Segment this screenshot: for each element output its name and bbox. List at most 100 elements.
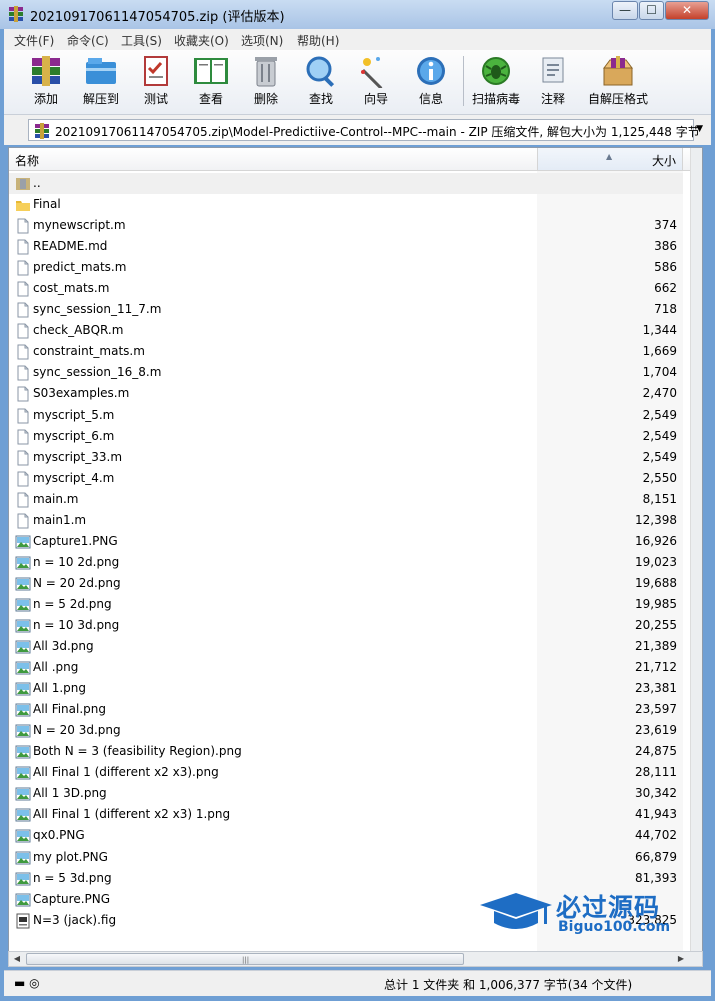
menu-tools[interactable]: 工具(S) bbox=[121, 32, 162, 49]
file-name: All 3d.png bbox=[33, 639, 94, 654]
file-name: Final bbox=[33, 197, 61, 212]
extract-to-button[interactable]: 解压到 bbox=[75, 54, 127, 112]
winrar-window: 20210917061147054705.zip (评估版本) — ☐ ✕ 文件… bbox=[0, 0, 715, 1001]
horizontal-scrollbar[interactable]: ◀ ||| ▶ bbox=[8, 951, 703, 967]
file-name: predict_mats.m bbox=[33, 260, 127, 275]
file-row[interactable]: N = 20 2d.png 19,688 bbox=[9, 573, 683, 594]
file-row[interactable]: myscript_33.m 2,549 bbox=[9, 447, 683, 468]
image-file-icon bbox=[15, 576, 31, 592]
vertical-scrollbar[interactable] bbox=[690, 148, 702, 966]
image-file-icon bbox=[15, 828, 31, 844]
file-icon bbox=[15, 323, 31, 339]
wizard-button[interactable]: 向导 bbox=[350, 54, 402, 112]
file-row[interactable]: main.m 8,151 bbox=[9, 489, 683, 510]
path-field[interactable]: 20210917061147054705.zip\Model-Predictii… bbox=[28, 119, 700, 141]
menu-favorites[interactable]: 收藏夹(O) bbox=[174, 32, 229, 49]
file-rows: .. Final mynewscript.m 374 README.md 386 predi… bbox=[9, 173, 683, 931]
file-row[interactable]: my plot.PNG 66,879 bbox=[9, 847, 683, 868]
file-size: 1,344 bbox=[642, 323, 677, 338]
title-bar[interactable]: 20210917061147054705.zip (评估版本) — ☐ ✕ bbox=[0, 0, 715, 29]
file-name: myscript_33.m bbox=[33, 449, 123, 464]
column-header: 名称 ▲ 大小 bbox=[9, 148, 702, 171]
virus-scan-button[interactable]: 扫描病毒 bbox=[469, 54, 523, 112]
menu-bar: 文件(F) 命令(C) 工具(S) 收藏夹(O) 选项(N) 帮助(H) bbox=[4, 29, 711, 50]
file-row[interactable]: sync_session_11_7.m 718 bbox=[9, 299, 683, 320]
file-row[interactable]: All Final 1 (different x2 x3) 1.png 41,94… bbox=[9, 804, 683, 825]
file-row[interactable]: myscript_6.m 2,549 bbox=[9, 426, 683, 447]
find-button[interactable]: 查找 bbox=[295, 54, 347, 112]
file-row[interactable]: main1.m 12,398 bbox=[9, 510, 683, 531]
scroll-left-icon[interactable]: ◀ bbox=[10, 953, 24, 965]
scroll-right-icon[interactable]: ▶ bbox=[674, 953, 688, 965]
file-row[interactable]: sync_session_16_8.m 1,704 bbox=[9, 362, 683, 383]
file-row[interactable]: All 1.png 23,381 bbox=[9, 678, 683, 699]
view-icon bbox=[194, 58, 228, 84]
column-size-header[interactable]: ▲ 大小 bbox=[537, 148, 683, 170]
file-row[interactable]: constraint_mats.m 1,669 bbox=[9, 341, 683, 362]
file-icon bbox=[15, 218, 31, 234]
file-row[interactable]: All Final 1 (different x2 x3).png 28,111 bbox=[9, 762, 683, 783]
horizontal-scroll-thumb[interactable]: ||| bbox=[26, 953, 464, 965]
column-name-header[interactable]: 名称 bbox=[15, 152, 39, 169]
watermark-subtitle: Biguo100.com bbox=[558, 919, 671, 935]
image-file-icon bbox=[15, 807, 31, 823]
file-size: 23,381 bbox=[635, 681, 677, 696]
info-button[interactable]: 信息 bbox=[405, 54, 457, 112]
file-name: mynewscript.m bbox=[33, 218, 126, 233]
file-row[interactable]: Capture1.PNG 16,926 bbox=[9, 531, 683, 552]
image-file-icon bbox=[15, 534, 31, 550]
test-icon bbox=[144, 56, 168, 86]
file-size: 81,393 bbox=[635, 870, 677, 885]
file-row[interactable]: n = 10 2d.png 19,023 bbox=[9, 552, 683, 573]
file-row[interactable]: All 3d.png 21,389 bbox=[9, 636, 683, 657]
maximize-button[interactable]: ☐ bbox=[639, 1, 664, 20]
menu-command[interactable]: 命令(C) bbox=[67, 32, 109, 49]
file-row[interactable]: mynewscript.m 374 bbox=[9, 215, 683, 236]
file-row[interactable]: All Final.png 23,597 bbox=[9, 699, 683, 720]
file-row[interactable]: myscript_4.m 2,550 bbox=[9, 468, 683, 489]
file-name: N=3 (jack).fig bbox=[33, 912, 117, 927]
close-button[interactable]: ✕ bbox=[665, 1, 709, 20]
status-drive-icon[interactable]: ▬ ◎ bbox=[14, 976, 40, 990]
test-button[interactable]: 测试 bbox=[130, 54, 182, 112]
path-dropdown-icon[interactable]: ▼ bbox=[696, 124, 703, 134]
file-row[interactable]: Both N = 3 (feasibility Region).png 24,87… bbox=[9, 741, 683, 762]
file-row[interactable]: README.md 386 bbox=[9, 236, 683, 257]
sfx-button[interactable]: 自解压格式 bbox=[582, 54, 654, 112]
file-row[interactable]: cost_mats.m 662 bbox=[9, 278, 683, 299]
file-row[interactable]: predict_mats.m 586 bbox=[9, 257, 683, 278]
view-button[interactable]: 查看 bbox=[185, 54, 237, 112]
fig-file-icon bbox=[15, 913, 31, 929]
file-row[interactable]: S03examples.m 2,470 bbox=[9, 383, 683, 404]
delete-button[interactable]: 删除 bbox=[240, 54, 292, 112]
file-icon bbox=[15, 408, 31, 424]
image-file-icon bbox=[15, 618, 31, 634]
file-row[interactable]: All .png 21,712 bbox=[9, 657, 683, 678]
file-name: S03examples.m bbox=[33, 386, 130, 401]
file-size: 2,549 bbox=[642, 407, 677, 422]
comment-button[interactable]: 注释 bbox=[527, 54, 579, 112]
file-row[interactable]: check_ABQR.m 1,344 bbox=[9, 320, 683, 341]
add-button[interactable]: 添加 bbox=[20, 54, 72, 112]
file-icon bbox=[15, 386, 31, 402]
file-row[interactable]: N = 20 3d.png 23,619 bbox=[9, 720, 683, 741]
file-row[interactable]: myscript_5.m 2,549 bbox=[9, 405, 683, 426]
file-row[interactable]: All 1 3D.png 30,342 bbox=[9, 783, 683, 804]
menu-file[interactable]: 文件(F) bbox=[14, 32, 54, 49]
comment-icon bbox=[542, 57, 564, 83]
file-icon bbox=[15, 492, 31, 508]
file-row[interactable]: .. bbox=[9, 173, 683, 195]
file-row[interactable]: n = 5 2d.png 19,985 bbox=[9, 594, 683, 615]
file-name: N = 20 2d.png bbox=[33, 575, 121, 590]
image-file-icon bbox=[15, 681, 31, 697]
menu-options[interactable]: 选项(N) bbox=[241, 32, 283, 49]
file-name: All Final.png bbox=[33, 702, 107, 717]
sfx-icon bbox=[603, 56, 633, 86]
menu-help[interactable]: 帮助(H) bbox=[297, 32, 339, 49]
file-row[interactable]: qx0.PNG 44,702 bbox=[9, 825, 683, 846]
minimize-button[interactable]: — bbox=[612, 1, 638, 20]
file-row[interactable]: n = 10 3d.png 20,255 bbox=[9, 615, 683, 636]
delete-icon bbox=[255, 57, 277, 87]
file-row[interactable]: Final bbox=[9, 194, 683, 215]
file-size: 2,550 bbox=[642, 470, 677, 485]
